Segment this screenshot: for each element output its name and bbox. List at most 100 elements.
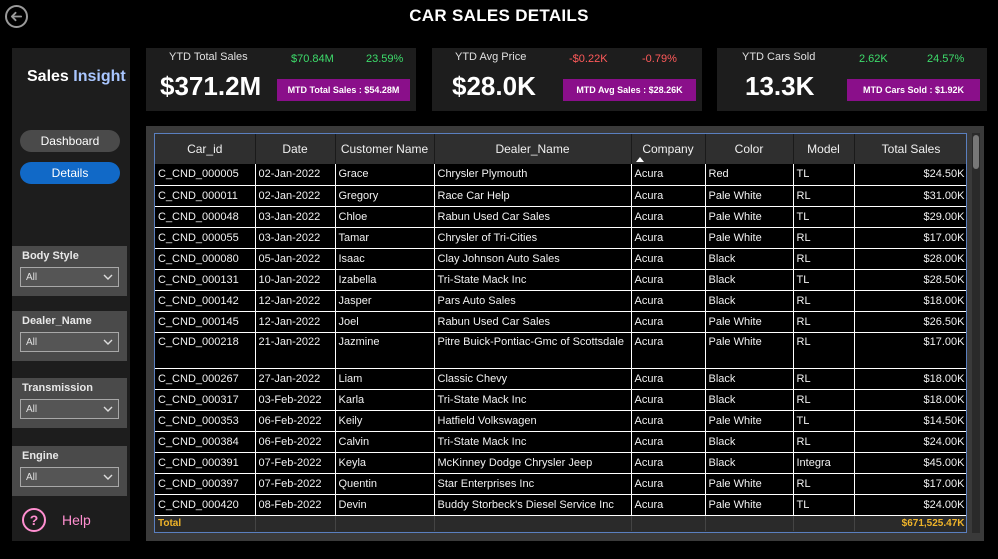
table-cell: Pale White bbox=[705, 473, 794, 495]
table-cell: Acura bbox=[631, 494, 706, 516]
table-cell: 06-Feb-2022 bbox=[255, 410, 336, 432]
table-row[interactable]: C_CND_000142 12-Jan-2022 Jasper Pars Auto S… bbox=[155, 290, 966, 312]
table-cell: C_CND_000131 bbox=[155, 269, 256, 291]
sales-table-viewport[interactable]: Car_id Date Customer Name Dealer_Name Compan… bbox=[154, 133, 967, 533]
table-cell: C_CND_000005 bbox=[155, 164, 256, 186]
table-cell: Chrysler of Tri-Cities bbox=[434, 227, 632, 249]
table-cell: $14.50K bbox=[854, 410, 966, 432]
details-button[interactable]: Details bbox=[20, 162, 120, 184]
table-row[interactable]: C_CND_000267 27-Jan-2022 Liam Classic Chevy… bbox=[155, 368, 966, 390]
table-cell: 08-Feb-2022 bbox=[255, 494, 336, 516]
table-cell: Tri-State Mack Inc bbox=[434, 389, 632, 411]
sidebar: Sales Insight Dashboard Details Body Sty… bbox=[12, 48, 130, 541]
table-cell: 03-Jan-2022 bbox=[255, 206, 336, 228]
engine-dropdown[interactable]: All bbox=[20, 467, 119, 487]
slicer-label: Engine bbox=[22, 450, 59, 462]
kpi-delta-pct: 24.57% bbox=[927, 53, 965, 65]
dealer-name-dropdown[interactable]: All bbox=[20, 332, 119, 352]
chevron-down-icon bbox=[103, 339, 113, 345]
table-cell: C_CND_000218 bbox=[155, 332, 256, 369]
table-cell: $29.00K bbox=[854, 206, 966, 228]
table-cell: RL bbox=[793, 368, 855, 390]
table-cell: Pale White bbox=[705, 494, 794, 516]
kpi-delta-abs: $70.84M bbox=[291, 53, 334, 65]
table-cell: 06-Feb-2022 bbox=[255, 431, 336, 453]
table-cell: Gregory bbox=[335, 185, 435, 207]
chevron-down-icon bbox=[103, 274, 113, 280]
column-header[interactable]: Customer Name bbox=[335, 134, 435, 164]
column-header[interactable]: Date bbox=[255, 134, 336, 164]
engine-slicer: Engine All bbox=[12, 446, 127, 496]
table-cell: Acura bbox=[631, 227, 706, 249]
column-header[interactable]: Company bbox=[631, 134, 706, 164]
help-icon: ? bbox=[22, 508, 46, 532]
table-cell: $24.00K bbox=[854, 431, 966, 453]
table-row[interactable]: C_CND_000080 05-Jan-2022 Isaac Clay Johnson… bbox=[155, 248, 966, 270]
total-cell bbox=[631, 515, 706, 531]
table-cell: Black bbox=[705, 368, 794, 390]
table-cell: 02-Jan-2022 bbox=[255, 164, 336, 186]
column-header[interactable]: Model bbox=[793, 134, 855, 164]
table-cell: $24.50K bbox=[854, 164, 966, 186]
table-cell: Tri-State Mack Inc bbox=[434, 269, 632, 291]
table-row[interactable]: C_CND_000011 02-Jan-2022 Gregory Race Car H… bbox=[155, 185, 966, 207]
table-cell: 12-Jan-2022 bbox=[255, 290, 336, 312]
table-cell: Acura bbox=[631, 473, 706, 495]
table-row[interactable]: C_CND_000397 07-Feb-2022 Quentin Star Enter… bbox=[155, 473, 966, 495]
table-cell: Race Car Help bbox=[434, 185, 632, 207]
total-cell bbox=[255, 515, 336, 531]
table-cell: 27-Jan-2022 bbox=[255, 368, 336, 390]
table-cell: $31.00K bbox=[854, 185, 966, 207]
column-header[interactable]: Total Sales bbox=[854, 134, 966, 164]
slicer-label: Dealer_Name bbox=[22, 315, 92, 327]
table-cell: 05-Jan-2022 bbox=[255, 248, 336, 270]
dealer-name-slicer: Dealer_Name All bbox=[12, 311, 127, 361]
sales-table-container: Car_id Date Customer Name Dealer_Name Compan… bbox=[146, 126, 984, 541]
kpi-card-total-sales: YTD Total Sales $70.84M 23.59% $371.2M M… bbox=[146, 48, 416, 111]
table-cell: $17.00K bbox=[854, 473, 966, 495]
chevron-down-icon bbox=[103, 474, 113, 480]
table-cell: Pale White bbox=[705, 185, 794, 207]
table-cell: Quentin bbox=[335, 473, 435, 495]
table-cell: Acura bbox=[631, 332, 706, 369]
table-cell: Acura bbox=[631, 452, 706, 474]
table-row[interactable]: C_CND_000145 12-Jan-2022 Joel Rabun Used Ca… bbox=[155, 311, 966, 333]
transmission-dropdown[interactable]: All bbox=[20, 399, 119, 419]
transmission-slicer: Transmission All bbox=[12, 378, 127, 428]
table-cell: Hatfield Volkswagen bbox=[434, 410, 632, 432]
table-row[interactable]: C_CND_000317 03-Feb-2022 Karla Tri-State Ma… bbox=[155, 389, 966, 411]
column-header[interactable]: Color bbox=[705, 134, 794, 164]
table-cell: Tri-State Mack Inc bbox=[434, 431, 632, 453]
help-button[interactable]: ? Help bbox=[22, 508, 91, 532]
table-scrollbar[interactable] bbox=[972, 133, 980, 533]
table-cell: 03-Feb-2022 bbox=[255, 389, 336, 411]
table-row[interactable]: C_CND_000055 03-Jan-2022 Tamar Chrysler of … bbox=[155, 227, 966, 249]
body-style-dropdown[interactable]: All bbox=[20, 267, 119, 287]
dashboard-button[interactable]: Dashboard bbox=[20, 130, 120, 152]
kpi-delta-pct: -0.79% bbox=[642, 53, 677, 65]
table-cell: Acura bbox=[631, 206, 706, 228]
table-row[interactable]: C_CND_000391 07-Feb-2022 Keyla McKinney Dod… bbox=[155, 452, 966, 474]
table-cell: C_CND_000267 bbox=[155, 368, 256, 390]
table-cell: Rabun Used Car Sales bbox=[434, 311, 632, 333]
table-row[interactable]: C_CND_000131 10-Jan-2022 Izabella Tri-State… bbox=[155, 269, 966, 291]
table-cell: Chrysler Plymouth bbox=[434, 164, 632, 186]
table-row[interactable]: C_CND_000048 03-Jan-2022 Chloe Rabun Used C… bbox=[155, 206, 966, 228]
table-row[interactable]: C_CND_000353 06-Feb-2022 Keily Hatfield Vol… bbox=[155, 410, 966, 432]
scrollbar-thumb[interactable] bbox=[973, 135, 979, 169]
table-cell: Acura bbox=[631, 185, 706, 207]
kpi-delta-abs: 2.62K bbox=[859, 53, 888, 65]
column-header[interactable]: Car_id bbox=[155, 134, 256, 164]
mtd-badge: MTD Cars Sold : $1.92K bbox=[847, 79, 980, 101]
table-cell: 10-Jan-2022 bbox=[255, 269, 336, 291]
table-row[interactable]: C_CND_000005 02-Jan-2022 Grace Chrysler Ply… bbox=[155, 164, 966, 186]
table-row[interactable]: C_CND_000384 06-Feb-2022 Calvin Tri-State M… bbox=[155, 431, 966, 453]
table-cell: TL bbox=[793, 269, 855, 291]
table-row[interactable]: C_CND_000420 08-Feb-2022 Devin Buddy Storbe… bbox=[155, 494, 966, 516]
table-row[interactable]: C_CND_000218 21-Jan-2022 Jazmine Pitre Buic… bbox=[155, 332, 966, 369]
table-cell: $18.00K bbox=[854, 368, 966, 390]
table-cell: 07-Feb-2022 bbox=[255, 473, 336, 495]
column-header[interactable]: Dealer_Name bbox=[434, 134, 632, 164]
table-cell: $45.00K bbox=[854, 452, 966, 474]
table-cell: Black bbox=[705, 269, 794, 291]
